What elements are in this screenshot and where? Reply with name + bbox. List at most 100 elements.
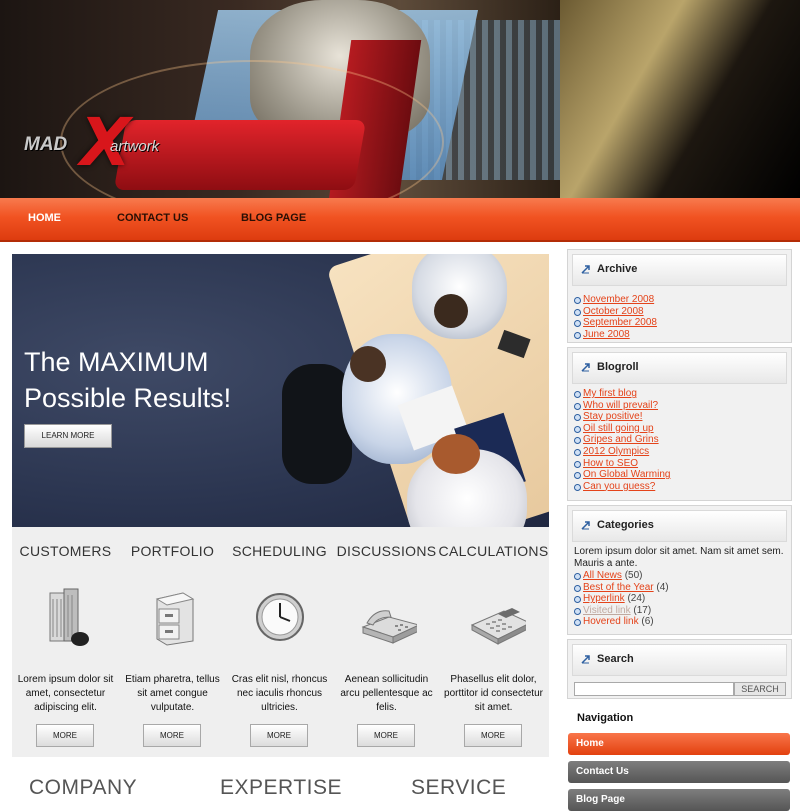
- archive-link[interactable]: June 2008: [583, 329, 630, 340]
- feature-portfolio: PORTFOLIO Etiam pharetra, tellus sit ame…: [119, 527, 226, 757]
- search-input[interactable]: [574, 682, 734, 696]
- blogroll-link[interactable]: Stay positive!: [583, 411, 642, 422]
- blogroll-link[interactable]: On Global Warming: [583, 469, 670, 480]
- hero-photo-head: [350, 346, 386, 382]
- category-link-hovered[interactable]: Hovered link: [583, 616, 639, 627]
- feature-title[interactable]: PORTFOLIO: [113, 543, 232, 559]
- blogroll-link[interactable]: 2012 Olympics: [583, 446, 649, 457]
- widget-header: Search: [572, 644, 787, 676]
- bullet-icon: [574, 414, 581, 422]
- blogroll-link[interactable]: Can you guess?: [583, 481, 655, 492]
- bullet-icon: [574, 402, 581, 410]
- navigation-heading: Navigation: [577, 712, 634, 724]
- bullet-icon: [574, 619, 581, 627]
- list-item: On Global Warming: [574, 469, 785, 481]
- list-item: Who will prevail?: [574, 400, 785, 412]
- search-button[interactable]: SEARCH: [734, 682, 786, 696]
- category-link[interactable]: Hyperlink: [583, 593, 625, 604]
- learn-more-button[interactable]: LEARN MORE: [24, 424, 112, 448]
- blogroll-link[interactable]: Oil still going up: [583, 423, 654, 434]
- list-item: June 2008: [574, 329, 785, 341]
- archive-widget: Archive November 2008 October 2008 Septe…: [567, 249, 792, 343]
- nav-home[interactable]: HOME: [28, 212, 61, 224]
- archive-link[interactable]: September 2008: [583, 317, 657, 328]
- widget-header: Archive: [572, 254, 787, 286]
- bullet-icon: [574, 596, 581, 604]
- blogroll-link[interactable]: Gripes and Grins: [583, 434, 659, 445]
- nav-blog-page[interactable]: BLOG PAGE: [241, 212, 306, 224]
- nav-contact-us[interactable]: CONTACT US: [117, 212, 188, 224]
- hero-title-line1: The MAXIMUM: [24, 347, 209, 377]
- header-banner: X MAD artwork: [0, 0, 800, 198]
- feature-description: Cras elit nisl, rhoncus nec iaculis rhon…: [231, 674, 328, 713]
- arrow-icon: [581, 363, 590, 372]
- more-button[interactable]: MORE: [250, 724, 308, 747]
- more-button[interactable]: MORE: [36, 724, 94, 747]
- hero-photo-head: [432, 434, 480, 474]
- feature-calculations: CALCULATIONS Phasellus elit dolor, portt…: [439, 527, 548, 757]
- category-link-visited[interactable]: Visited link: [583, 605, 631, 616]
- site-logo[interactable]: X MAD artwork: [22, 110, 182, 188]
- calculator-icon: [470, 608, 526, 645]
- feature-customers: CUSTOMERS Lorem ipsum dolor sit amet, co…: [12, 527, 119, 757]
- list-item: Stay positive!: [574, 411, 785, 423]
- list-item: Visited link (17): [574, 605, 785, 617]
- list-item: 2012 Olympics: [574, 446, 785, 458]
- file-cabinet-icon: [155, 592, 195, 646]
- category-count: (6): [641, 616, 654, 628]
- arrow-icon: [581, 521, 590, 530]
- feature-scheduling: SCHEDULING Cras elit nisl, rhoncus nec i…: [226, 527, 333, 757]
- more-button[interactable]: MORE: [464, 724, 522, 747]
- blogroll-widget: Blogroll My first blog Who will prevail?…: [567, 347, 792, 501]
- archive-link[interactable]: November 2008: [583, 294, 654, 305]
- arrow-icon: [581, 265, 590, 274]
- list-item: Hyperlink (24): [574, 593, 785, 605]
- categories-list: All News (50) Best of the Year (4) Hyper…: [574, 570, 785, 628]
- feature-description: Phasellus elit dolor, porttitor id conse…: [444, 674, 543, 713]
- blogroll-list: My first blog Who will prevail? Stay pos…: [574, 388, 785, 492]
- side-nav-blog-page[interactable]: Blog Page: [568, 789, 790, 811]
- feature-title[interactable]: DISCUSSIONS: [327, 543, 446, 559]
- hero-title-line2: Possible Results!: [24, 383, 232, 413]
- category-count: (4): [656, 581, 669, 593]
- side-nav-contact-us[interactable]: Contact Us: [568, 761, 790, 783]
- list-item: How to SEO: [574, 458, 785, 470]
- category-link[interactable]: All News: [583, 570, 622, 581]
- feature-title[interactable]: CALCULATIONS: [434, 543, 553, 559]
- feature-title[interactable]: SCHEDULING: [220, 543, 339, 559]
- blogroll-link[interactable]: My first blog: [583, 388, 637, 399]
- widget-title: Archive: [597, 263, 638, 275]
- categories-widget: Categories Lorem ipsum dolor sit amet. N…: [567, 505, 792, 635]
- banner-wall: [560, 0, 800, 198]
- bullet-icon: [574, 584, 581, 592]
- bullet-icon: [574, 320, 581, 328]
- list-item: Can you guess?: [574, 481, 785, 493]
- hero-banner: The MAXIMUM Possible Results! LEARN MORE: [12, 254, 549, 527]
- list-item: September 2008: [574, 317, 785, 329]
- feature-discussions: DISCUSSIONS Aenean sollicitudin arcu pel…: [333, 527, 440, 757]
- feature-title[interactable]: CUSTOMERS: [6, 543, 125, 559]
- feature-description: Etiam pharetra, tellus sit amet congue v…: [125, 674, 220, 713]
- telephone-icon: [361, 610, 417, 644]
- side-nav-home[interactable]: Home: [568, 733, 790, 755]
- category-count: (17): [633, 604, 652, 616]
- archive-list: November 2008 October 2008 September 200…: [574, 294, 785, 340]
- top-nav: HOME CONTACT US BLOG PAGE: [0, 198, 800, 242]
- widget-title: Blogroll: [597, 361, 639, 373]
- feature-description: Aenean sollicitudin arcu pellentesque ac…: [340, 674, 433, 713]
- hero-title: The MAXIMUM Possible Results!: [24, 344, 231, 416]
- building-icon: [49, 588, 89, 646]
- more-button[interactable]: MORE: [357, 724, 415, 747]
- blogroll-link[interactable]: How to SEO: [583, 458, 638, 469]
- list-item: November 2008: [574, 294, 785, 306]
- more-button[interactable]: MORE: [143, 724, 201, 747]
- category-link[interactable]: Best of the Year: [583, 582, 654, 593]
- bullet-icon: [574, 308, 581, 316]
- archive-link[interactable]: October 2008: [583, 306, 644, 317]
- hero-photo-head: [434, 294, 468, 328]
- blogroll-link[interactable]: Who will prevail?: [583, 400, 658, 411]
- list-item: All News (50): [574, 570, 785, 582]
- bullet-icon: [574, 448, 581, 456]
- heading-company: COMPANY: [29, 776, 138, 799]
- widget-header: Blogroll: [572, 352, 787, 384]
